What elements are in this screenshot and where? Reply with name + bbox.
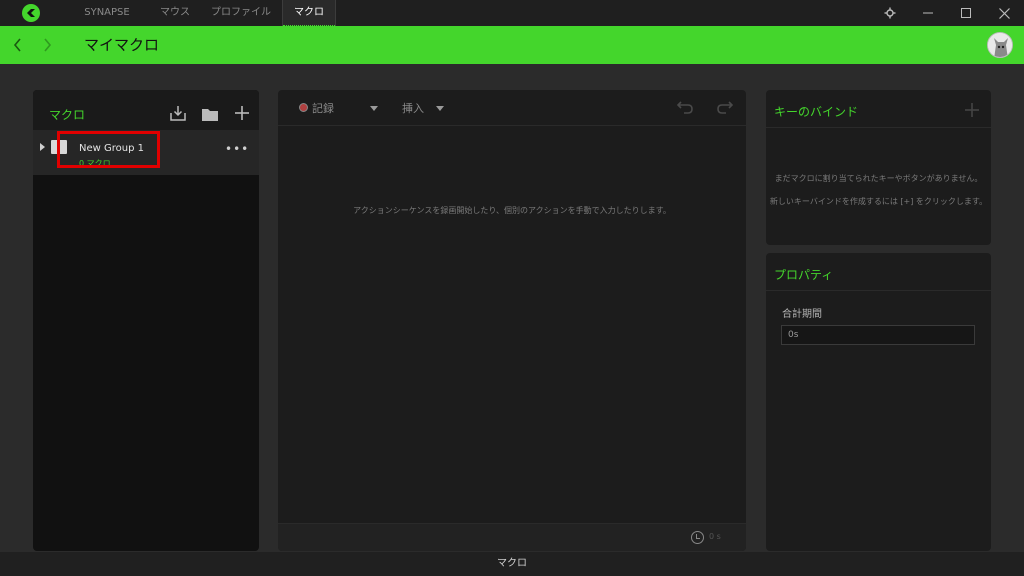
properties-header: プロパティ [766, 253, 991, 291]
duration-label: 合計期間 [782, 309, 822, 320]
keybind-empty-message: まだマクロに割り当てられたキーやボタンがありません。 [774, 174, 983, 183]
maximize-icon[interactable] [951, 0, 981, 26]
record-button[interactable]: 記録 [312, 100, 334, 116]
keybind-header: キーのバインド [766, 90, 991, 128]
insert-dropdown-icon[interactable] [436, 106, 444, 111]
clock-icon [691, 531, 704, 544]
add-icon[interactable] [231, 102, 253, 124]
tab-profile[interactable]: プロファイル [206, 0, 276, 26]
editor-footer: 0 s [278, 523, 746, 551]
macro-list-header: マクロ [33, 90, 259, 130]
properties-title: プロパティ [774, 268, 834, 282]
redo-icon[interactable] [714, 96, 736, 118]
tab-synapse[interactable]: SYNAPSE [72, 0, 142, 26]
add-keybind-icon[interactable] [961, 99, 983, 121]
settings-gear-icon[interactable] [875, 0, 905, 26]
total-time: 0 s [709, 532, 721, 541]
title-bar: SYNAPSE マウス プロファイル マクロ [0, 0, 1024, 26]
duration-field[interactable] [781, 325, 975, 345]
undo-icon[interactable] [674, 96, 696, 118]
group-more-icon[interactable]: ••• [225, 142, 249, 156]
minimize-icon[interactable] [913, 0, 943, 26]
macro-list-title: マクロ [49, 108, 86, 122]
keybind-title: キーのバインド [774, 105, 859, 119]
tab-macro[interactable]: マクロ [282, 0, 336, 26]
tab-mouse[interactable]: マウス [152, 0, 198, 26]
macro-editor-panel: 記録 挿入 アクションシーケンスを録画開始したり、個別のアクションを手動で入力し… [278, 90, 746, 551]
editor-empty-message: アクションシーケンスを録画開始したり、個別のアクションを手動で入力したりします。 [353, 206, 671, 215]
keybind-panel: キーのバインド まだマクロに割り当てられたキーやボタンがありません。 新しいキー… [766, 90, 991, 245]
editor-toolbar: 記録 挿入 [278, 90, 746, 126]
status-bar: マクロ [0, 552, 1024, 576]
page-title: マイマクロ [84, 36, 160, 54]
import-icon[interactable] [167, 102, 189, 124]
record-icon[interactable] [299, 103, 308, 112]
expand-caret-icon[interactable] [40, 143, 45, 151]
folder-icon[interactable] [199, 103, 221, 125]
insert-button[interactable]: 挿入 [402, 100, 424, 116]
close-icon[interactable] [989, 0, 1019, 26]
keybind-hint-message: 新しいキーバインドを作成するには [+] をクリックします。 [769, 197, 988, 206]
razer-logo-icon[interactable] [22, 4, 40, 22]
back-chevron-left-icon[interactable] [9, 35, 25, 55]
page-header: マイマクロ [0, 26, 1024, 64]
user-avatar[interactable] [987, 32, 1013, 58]
record-dropdown-icon[interactable] [370, 106, 378, 111]
properties-panel: プロパティ 合計期間 [766, 253, 991, 551]
forward-chevron-right-icon[interactable] [39, 35, 55, 55]
highlight-annotation [57, 131, 160, 168]
